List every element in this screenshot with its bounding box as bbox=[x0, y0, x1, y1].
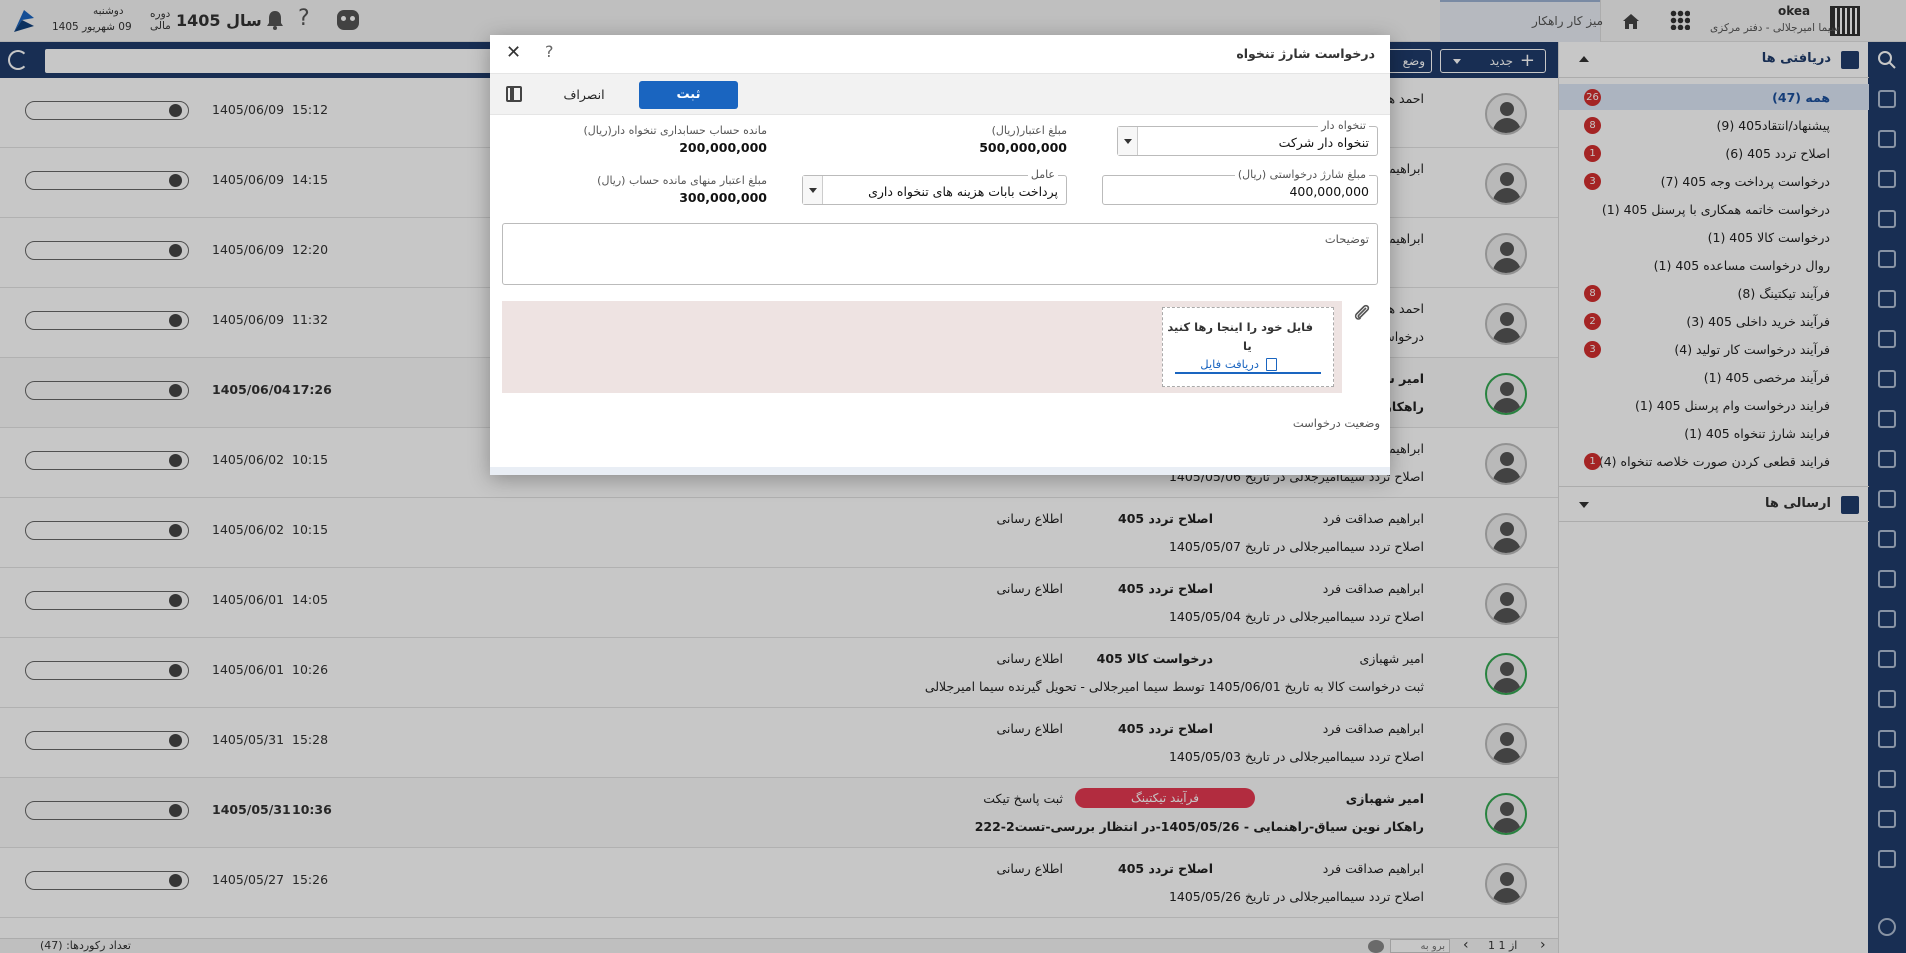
factor-value: پرداخت بابات هزینه های تنخواه داری bbox=[868, 184, 1058, 199]
file-drop-box[interactable]: فایل خود را اینجا رها کنید یا دریافت فای… bbox=[1162, 307, 1334, 387]
dialog-toolbar: ثبت انصراف bbox=[490, 73, 1390, 115]
factor-label: عامل bbox=[1027, 168, 1058, 181]
side-panel-toggle-icon[interactable] bbox=[506, 86, 522, 102]
description-textarea[interactable]: توضیحات bbox=[502, 223, 1378, 285]
fund-charge-dialog: درخواست شارژ تنخواه ✕ ? ثبت انصراف تنخوا… bbox=[490, 35, 1390, 475]
account-balance: مانده حساب حسابداری تنخواه دار(ریال) 200… bbox=[584, 124, 767, 155]
close-icon[interactable]: ✕ bbox=[506, 42, 521, 63]
account-balance-value: 200,000,000 bbox=[679, 140, 767, 155]
requested-amount-field[interactable]: مبلغ شارژ درخواستی (ریال) 400,000,000 bbox=[1102, 168, 1378, 205]
paperclip-icon[interactable] bbox=[1352, 303, 1372, 323]
fund-holder-label: تنخواه دار bbox=[1318, 119, 1369, 132]
dialog-bottom-bar bbox=[490, 467, 1390, 475]
help-icon[interactable]: ? bbox=[545, 42, 554, 61]
upload-file-label: دریافت فایل bbox=[1200, 357, 1259, 371]
upload-file-link[interactable]: دریافت فایل bbox=[1175, 355, 1321, 374]
or-text: یا bbox=[1243, 339, 1252, 353]
factor-select[interactable]: عامل پرداخت بابات هزینه های تنخواه داری bbox=[802, 168, 1067, 205]
dialog-title: درخواست شارژ تنخواه bbox=[1236, 46, 1375, 61]
requested-amount-label: مبلغ شارژ درخواستی (ریال) bbox=[1234, 168, 1369, 181]
requested-amount-value: 400,000,000 bbox=[1289, 184, 1369, 199]
credit-amount: مبلغ اعتبار(ریال) 500,000,000 bbox=[979, 124, 1067, 155]
chevron-down-icon[interactable] bbox=[803, 176, 823, 204]
credit-amount-label: مبلغ اعتبار(ریال) bbox=[991, 124, 1067, 137]
chevron-down-icon[interactable] bbox=[1118, 127, 1138, 155]
fund-holder-select[interactable]: تنخواه دار تنخواه دار شرکت bbox=[1117, 119, 1378, 156]
description-label: توضیحات bbox=[1324, 232, 1369, 246]
dialog-header: درخواست شارژ تنخواه ✕ ? bbox=[490, 35, 1390, 73]
drop-text: فایل خود را اینجا رها کنید bbox=[1167, 320, 1313, 334]
credit-amount-value: 500,000,000 bbox=[979, 140, 1067, 155]
cancel-button[interactable]: انصراف bbox=[539, 81, 629, 109]
submit-button[interactable]: ثبت bbox=[639, 81, 738, 109]
upload-file-icon bbox=[1266, 358, 1277, 371]
request-status-label: وضعیت درخواست bbox=[1292, 416, 1380, 430]
remaining-credit-label: مبلغ اعتبار منهای مانده حساب (ریال) bbox=[597, 174, 767, 187]
remaining-credit-value: 300,000,000 bbox=[679, 190, 767, 205]
remaining-credit: مبلغ اعتبار منهای مانده حساب (ریال) 300,… bbox=[597, 174, 767, 205]
account-balance-label: مانده حساب حسابداری تنخواه دار(ریال) bbox=[583, 124, 767, 137]
fund-holder-value: تنخواه دار شرکت bbox=[1278, 135, 1369, 150]
